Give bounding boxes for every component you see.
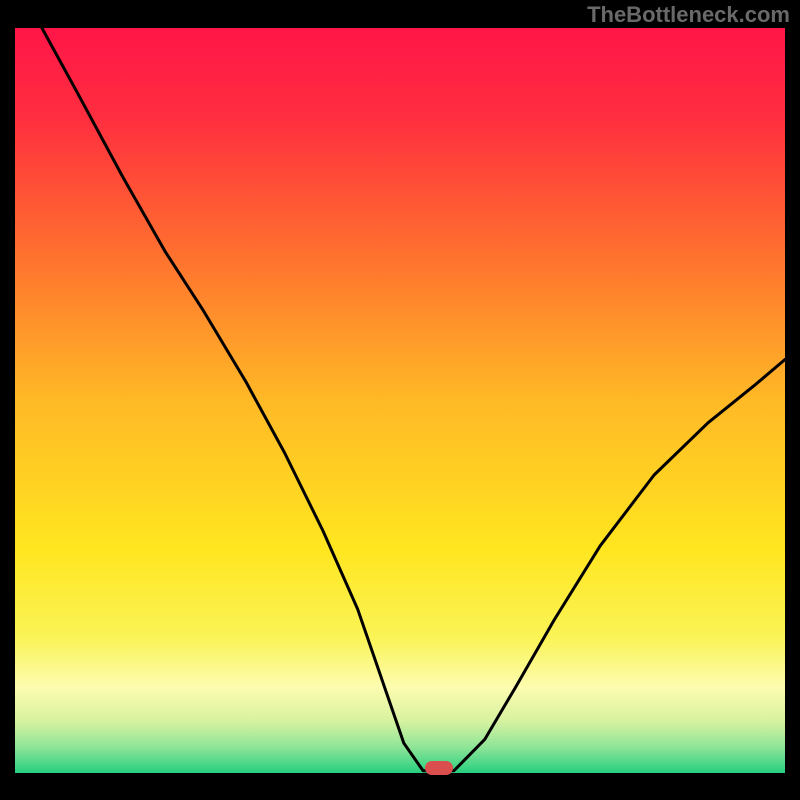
plot-background xyxy=(15,28,785,773)
watermark-text: TheBottleneck.com xyxy=(587,2,790,28)
bottleneck-plot xyxy=(0,0,800,800)
bottleneck-marker xyxy=(425,761,453,775)
chart-container: TheBottleneck.com xyxy=(0,0,800,800)
